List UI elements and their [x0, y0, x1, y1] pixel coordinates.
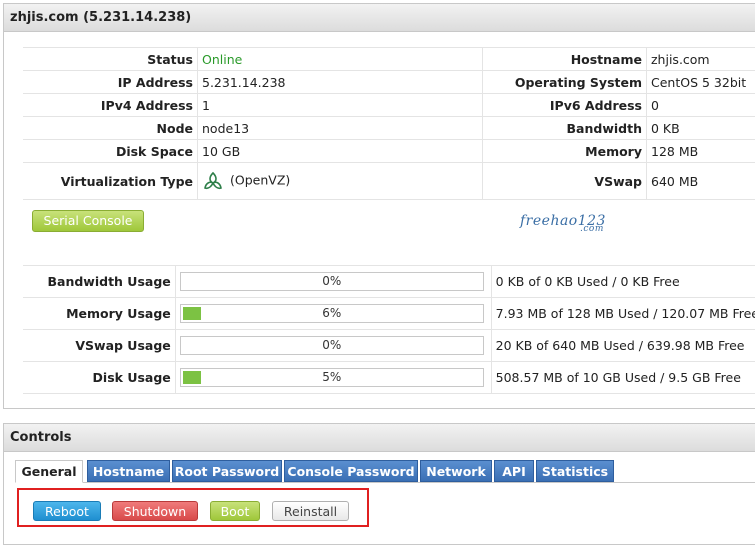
info-row: IPv4 Address 1 IPv6 Address 0	[23, 94, 755, 117]
disk-usage-detail: 508.57 MB of 10 GB Used / 9.5 GB Free	[491, 362, 755, 394]
disk-space-value: 10 GB	[198, 140, 483, 163]
reinstall-button[interactable]: Reinstall	[272, 501, 349, 521]
server-panel-title: zhjis.com (5.231.14.238)	[4, 4, 755, 32]
ipv6-label: IPv6 Address	[483, 94, 647, 117]
memory-usage-percent: 6%	[181, 305, 483, 322]
tab-root-password[interactable]: Root Password	[172, 460, 282, 482]
disk-space-label: Disk Space	[23, 140, 198, 163]
info-row: IP Address 5.231.14.238 Operating System…	[23, 71, 755, 94]
vswap-usage-percent: 0%	[181, 337, 483, 354]
tab-network[interactable]: Network	[420, 460, 492, 482]
vswap-usage-detail: 20 KB of 640 MB Used / 639.98 MB Free	[491, 330, 755, 362]
memory-usage-bar-cell: 6%	[175, 298, 491, 330]
status-value: Online	[198, 48, 483, 71]
bandwidth-usage-label: Bandwidth Usage	[23, 266, 175, 298]
usage-row: Memory Usage 6% 7.93 MB of 128 MB Used /…	[23, 298, 755, 330]
memory-label: Memory	[483, 140, 647, 163]
openvz-icon	[202, 171, 224, 191]
vswap-usage-bar: 0%	[180, 336, 484, 355]
disk-usage-bar-cell: 5%	[175, 362, 491, 394]
bandwidth-label: Bandwidth	[483, 117, 647, 140]
memory-usage-detail: 7.93 MB of 128 MB Used / 120.07 MB Free	[491, 298, 755, 330]
info-row: Virtualization Type (OpenVZ) VSwap 640 M…	[23, 163, 755, 200]
info-row: Node node13 Bandwidth 0 KB	[23, 117, 755, 140]
bandwidth-usage-detail: 0 KB of 0 KB Used / 0 KB Free	[491, 266, 755, 298]
node-value: node13	[198, 117, 483, 140]
vswap-usage-label: VSwap Usage	[23, 330, 175, 362]
ipv4-value: 1	[198, 94, 483, 117]
tab-api[interactable]: API	[494, 460, 534, 482]
reboot-button[interactable]: Reboot	[33, 501, 101, 521]
boot-button[interactable]: Boot	[210, 501, 260, 521]
memory-value: 128 MB	[647, 140, 755, 163]
virtualization-value: (OpenVZ)	[198, 163, 483, 200]
tab-statistics[interactable]: Statistics	[536, 460, 614, 482]
actions-highlight-box: Reboot Shutdown Boot Reinstall	[17, 488, 369, 527]
info-row: Disk Space 10 GB Memory 128 MB	[23, 140, 755, 163]
hostname-label: Hostname	[483, 48, 647, 71]
serial-console-button[interactable]: Serial Console	[32, 210, 144, 232]
usage-row: VSwap Usage 0% 20 KB of 640 MB Used / 63…	[23, 330, 755, 362]
virtualization-type-text: (OpenVZ)	[230, 173, 290, 188]
watermark-sub: .com	[580, 224, 606, 234]
usage-table: Bandwidth Usage 0% 0 KB of 0 KB Used / 0…	[23, 265, 755, 394]
disk-usage-bar: 5%	[180, 368, 484, 387]
info-row: Status Online Hostname zhjis.com	[23, 48, 755, 71]
watermark: freehao123 .com	[520, 213, 606, 234]
os-value: CentOS 5 32bit	[647, 71, 755, 94]
memory-usage-label: Memory Usage	[23, 298, 175, 330]
ipv6-value: 0	[647, 94, 755, 117]
server-info-table: Status Online Hostname zhjis.com IP Addr…	[23, 47, 755, 200]
vswap-usage-bar-cell: 0%	[175, 330, 491, 362]
tab-general[interactable]: General	[15, 460, 83, 483]
ip-address-value: 5.231.14.238	[198, 71, 483, 94]
usage-row: Bandwidth Usage 0% 0 KB of 0 KB Used / 0…	[23, 266, 755, 298]
virtualization-label: Virtualization Type	[23, 163, 198, 200]
ipv4-label: IPv4 Address	[23, 94, 198, 117]
tab-hostname[interactable]: Hostname	[87, 460, 170, 482]
ip-address-label: IP Address	[23, 71, 198, 94]
hostname-value: zhjis.com	[647, 48, 755, 71]
tab-console-password[interactable]: Console Password	[284, 460, 418, 482]
node-label: Node	[23, 117, 198, 140]
bandwidth-usage-bar: 0%	[180, 272, 484, 291]
usage-row: Disk Usage 5% 508.57 MB of 10 GB Used / …	[23, 362, 755, 394]
bandwidth-value: 0 KB	[647, 117, 755, 140]
disk-usage-percent: 5%	[181, 369, 483, 386]
memory-usage-bar: 6%	[180, 304, 484, 323]
bandwidth-usage-bar-cell: 0%	[175, 266, 491, 298]
vswap-label: VSwap	[483, 163, 647, 200]
controls-panel-title: Controls	[4, 424, 755, 452]
shutdown-button[interactable]: Shutdown	[112, 501, 198, 521]
vswap-value: 640 MB	[647, 163, 755, 200]
disk-usage-label: Disk Usage	[23, 362, 175, 394]
bandwidth-usage-percent: 0%	[181, 273, 483, 290]
os-label: Operating System	[483, 71, 647, 94]
status-label: Status	[23, 48, 198, 71]
